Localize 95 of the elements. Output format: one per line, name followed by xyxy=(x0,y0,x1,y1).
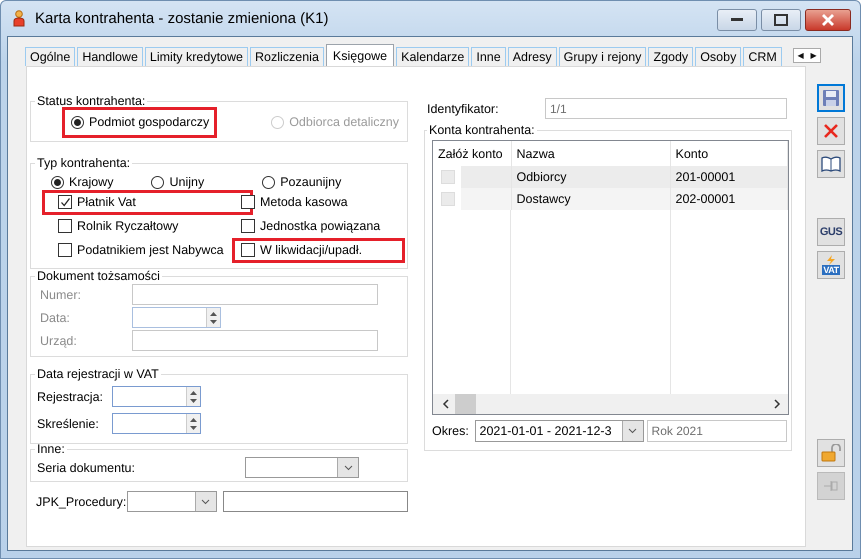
minimize-button[interactable] xyxy=(717,9,757,31)
checkbox[interactable] xyxy=(58,195,72,209)
dropdown[interactable] xyxy=(245,457,359,478)
group-title: Inne: xyxy=(36,442,66,456)
checkbox-label: Metoda kasowa xyxy=(260,195,348,209)
checkbox-label: Jednostka powiązana xyxy=(260,219,380,233)
maximize-button[interactable] xyxy=(761,9,801,31)
person-icon xyxy=(13,10,25,27)
vat-button[interactable]: VAT xyxy=(817,251,845,279)
padlock-icon xyxy=(821,444,841,462)
field-label: Identyfikator: xyxy=(427,102,500,116)
scrollbar-thumb[interactable] xyxy=(455,394,476,414)
checkbox[interactable] xyxy=(241,195,255,209)
checkbox-label: Rolnik Ryczałtowy xyxy=(77,219,178,233)
input-field[interactable]: 1/1 xyxy=(545,98,787,119)
radio-label: Unijny xyxy=(169,175,204,189)
field-label: Okres: xyxy=(432,424,470,438)
field-label: Numer: xyxy=(40,288,82,302)
radio-label: Krajowy xyxy=(69,175,114,189)
tab[interactable]: Limity kredytowe xyxy=(144,47,248,66)
field-label: Seria dokumentu: xyxy=(37,460,136,474)
radio-label: Odbiorca detaliczny xyxy=(289,115,399,129)
pin-icon xyxy=(823,479,839,493)
radio-label: Pozaunijny xyxy=(280,175,342,189)
date-field[interactable] xyxy=(112,386,201,407)
chevron-down-icon[interactable] xyxy=(201,498,210,504)
delete-button[interactable] xyxy=(817,117,845,145)
checkbox[interactable] xyxy=(58,219,72,233)
checkbox[interactable] xyxy=(241,243,255,257)
radio-button[interactable] xyxy=(71,116,84,128)
date-field[interactable] xyxy=(112,413,201,434)
checkbox-label: Podatnikiem jest Nabywca xyxy=(77,243,224,257)
input-field[interactable]: Rok 2021 xyxy=(646,420,787,442)
group-title: Typ kontrahenta: xyxy=(36,156,132,170)
date-field[interactable] xyxy=(132,307,221,328)
radio-button[interactable] xyxy=(51,176,64,188)
field-label: Skreślenie: xyxy=(37,416,100,430)
save-icon xyxy=(822,89,840,107)
checkbox[interactable] xyxy=(241,219,255,233)
group-title: Konta kontrahenta: xyxy=(428,123,536,137)
close-icon xyxy=(823,123,839,139)
dropdown[interactable]: 2021-01-01 - 2021-12-3 xyxy=(474,420,644,442)
radio-button[interactable] xyxy=(151,176,164,188)
minimize-icon xyxy=(731,18,743,22)
tab-scroll-button[interactable]: ▶ xyxy=(806,49,820,62)
input-field[interactable] xyxy=(132,330,378,351)
checkbox[interactable] xyxy=(58,243,72,257)
window-title: Karta kontrahenta - zostanie zmieniona (K1) xyxy=(35,10,330,27)
table-cell: 201-00001 xyxy=(670,166,788,188)
lightning-icon xyxy=(826,255,836,265)
chevron-down-icon[interactable] xyxy=(628,428,638,434)
save-button[interactable] xyxy=(817,84,845,112)
field-label: Data: xyxy=(40,310,71,324)
group-title: Status kontrahenta: xyxy=(36,94,146,108)
tab[interactable]: Inne xyxy=(471,47,506,66)
tab[interactable]: Rozliczenia xyxy=(250,47,324,66)
tab-scroll-button[interactable]: ◀ xyxy=(794,49,807,62)
field-label: Rejestracja: xyxy=(37,390,104,404)
input-field[interactable] xyxy=(222,491,408,512)
table-cell: 202-00001 xyxy=(670,188,788,210)
book-icon xyxy=(821,156,841,172)
field-label: JPK_Procedury: xyxy=(36,494,127,508)
horizontal-scrollbar[interactable] xyxy=(433,394,788,414)
group-title: Dokument tożsamości xyxy=(36,269,161,283)
maximize-icon xyxy=(774,14,788,26)
vat-label: VAT xyxy=(822,265,840,275)
dropdown[interactable] xyxy=(126,491,217,512)
input-field[interactable] xyxy=(132,284,378,305)
tab[interactable]: Księgowe xyxy=(326,44,394,66)
checkbox-label: W likwidacji/upadł. xyxy=(260,243,362,257)
gus-label: GUS xyxy=(820,226,842,238)
tab[interactable]: CRM xyxy=(743,47,782,66)
close-icon xyxy=(821,14,835,26)
book-button[interactable] xyxy=(817,150,845,178)
table-cell: Dostawcy xyxy=(511,188,670,210)
up-down-arrows-icon[interactable] xyxy=(189,388,198,404)
tab[interactable]: Osoby xyxy=(695,47,742,66)
tab[interactable]: Adresy xyxy=(508,47,557,66)
radio-label: Podmiot gospodarczy xyxy=(89,115,210,129)
table-cell: Odbiorcy xyxy=(511,166,670,188)
tab[interactable]: Grupy i rejony xyxy=(558,47,646,66)
radio-button[interactable] xyxy=(262,176,276,188)
close-button[interactable] xyxy=(805,9,851,31)
tab[interactable]: Handlowe xyxy=(77,47,143,66)
tab[interactable]: Kalendarze xyxy=(396,47,470,66)
up-down-arrows-icon[interactable] xyxy=(209,310,218,326)
up-down-arrows-icon[interactable] xyxy=(189,416,198,432)
checkbox-label: Płatnik Vat xyxy=(77,195,136,209)
group-title: Data rejestracji w VAT xyxy=(36,367,160,381)
tab[interactable]: Ogólne xyxy=(25,47,76,66)
chevron-down-icon[interactable] xyxy=(344,464,352,470)
field-label: Urząd: xyxy=(40,334,78,348)
unlock-button[interactable] xyxy=(817,439,845,467)
gus-button[interactable]: GUS xyxy=(817,218,845,246)
tab[interactable]: Zgody xyxy=(648,47,694,66)
